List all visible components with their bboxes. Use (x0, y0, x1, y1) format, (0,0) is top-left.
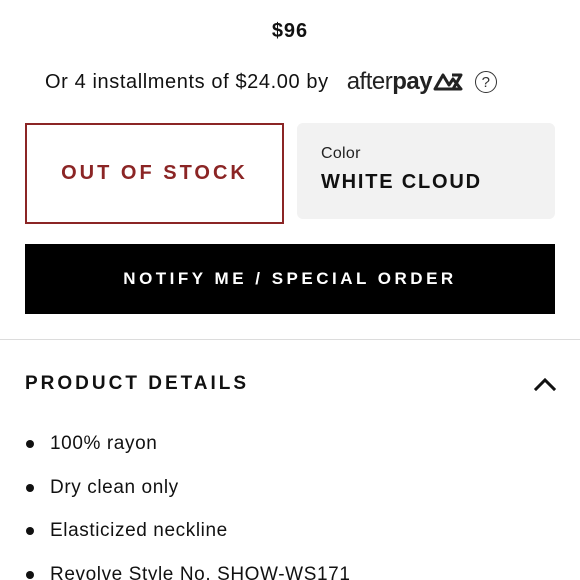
afterpay-logo: after pay (347, 68, 463, 96)
out-of-stock-badge: OUT OF STOCK (25, 123, 284, 224)
list-item: Elasticized neckline (25, 517, 350, 545)
bullet-icon (26, 570, 34, 579)
afterpay-logo-after: after (346, 68, 393, 95)
list-item: Revolve Style No. SHOW-WS171 (25, 561, 350, 580)
bullet-icon (26, 527, 34, 535)
color-label: Color (321, 145, 361, 162)
product-details-title: PRODUCT DETAILS (25, 373, 250, 394)
product-purchase-panel: $96 Or 4 installments of $24.00 by after… (0, 0, 580, 580)
list-item-text: Elasticized neckline (50, 520, 228, 541)
installments-row: Or 4 installments of $24.00 by after pay … (45, 68, 498, 96)
list-item-text: Dry clean only (50, 476, 179, 498)
price: $96 (271, 20, 309, 42)
chevron-up-icon[interactable] (533, 372, 557, 396)
product-details-list: 100% rayon Dry clean only Elasticized ne… (25, 430, 350, 580)
bullet-icon (26, 483, 34, 492)
product-details-toggle[interactable]: PRODUCT DETAILS (25, 370, 557, 398)
color-selector[interactable]: Color WHITE CLOUD (297, 123, 555, 219)
list-item: Dry clean only (25, 474, 350, 502)
list-item-text: 100% rayon (50, 433, 158, 454)
afterpay-mark-icon (433, 73, 463, 91)
notify-me-button[interactable]: NOTIFY ME / SPECIAL ORDER (25, 244, 555, 314)
section-divider (0, 339, 580, 340)
color-value: WHITE CLOUD (321, 171, 482, 193)
installments-text: Or 4 installments of $24.00 by (45, 70, 329, 93)
list-item: 100% rayon (25, 430, 350, 458)
afterpay-logo-pay: pay (392, 68, 433, 95)
bullet-icon (26, 440, 34, 448)
help-icon[interactable]: ? (475, 71, 498, 93)
list-item-text: Revolve Style No. SHOW-WS171 (50, 563, 351, 580)
